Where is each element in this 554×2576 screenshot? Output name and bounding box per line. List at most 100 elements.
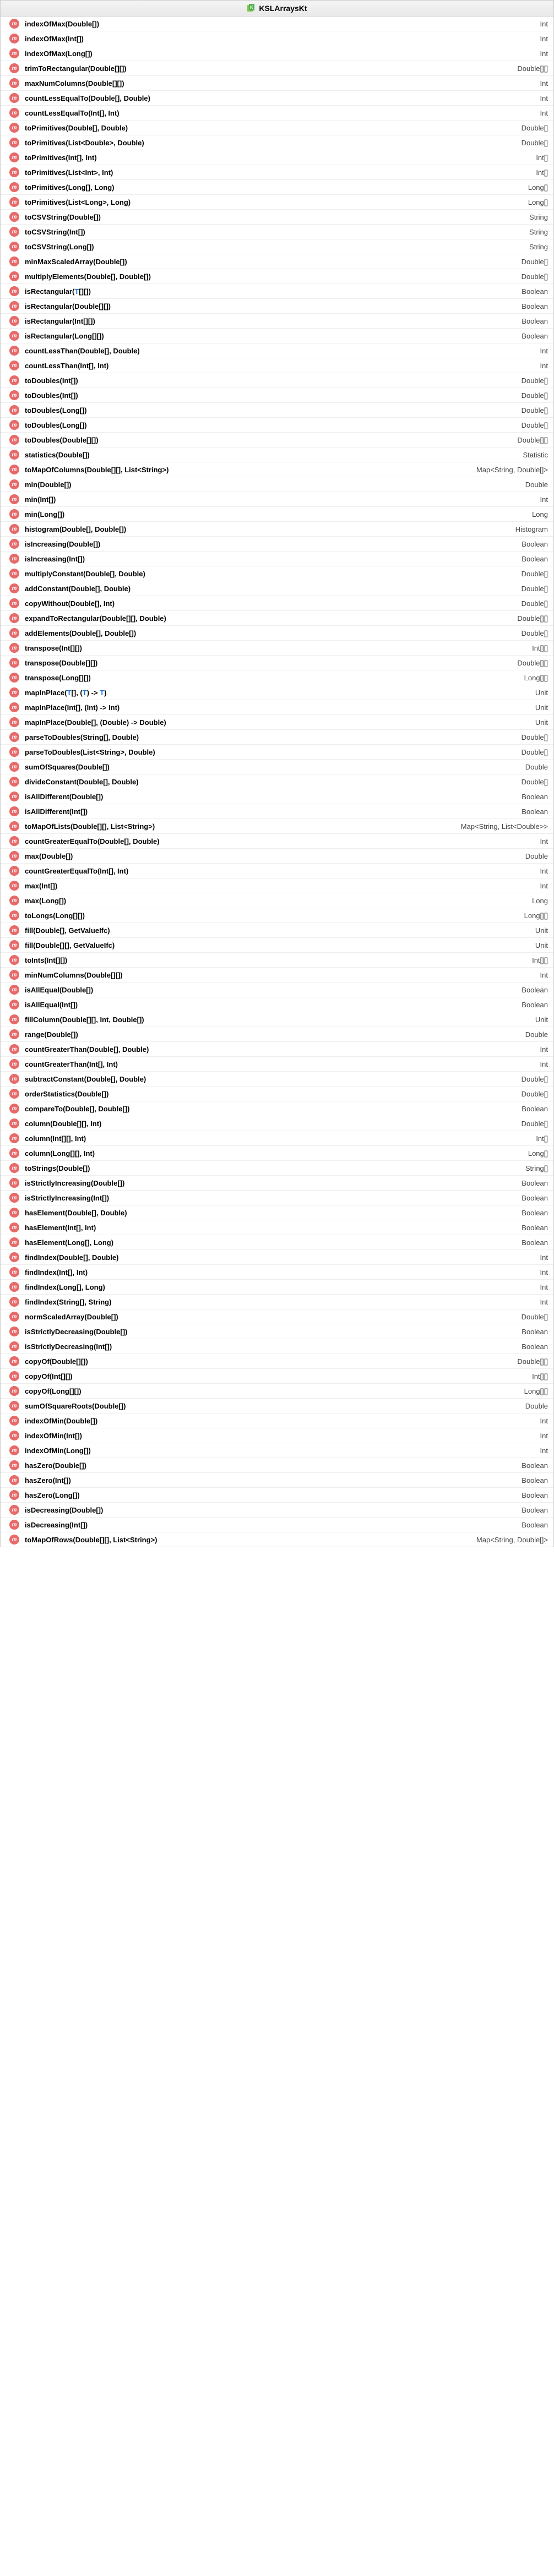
method-row[interactable]: mtoDoubles(Long[])Double[] [1,403,553,418]
method-row[interactable]: mtranspose(Double[][])Double[][] [1,656,553,670]
method-row[interactable]: mfindIndex(Int[], Int)Int [1,1265,553,1280]
method-row[interactable]: mfill(Double[], GetValueIfc)Unit [1,923,553,938]
method-row[interactable]: msumOfSquares(Double[])Double [1,760,553,774]
method-row[interactable]: mtoPrimitives(Long[], Long)Long[] [1,180,553,195]
method-row[interactable]: mcopyWithout(Double[], Int)Double[] [1,596,553,611]
method-row[interactable]: mhasZero(Int[])Boolean [1,1473,553,1488]
method-row[interactable]: mstatistics(Double[])Statistic [1,447,553,462]
method-row[interactable]: mtoPrimitives(List<Double>, Double)Doubl… [1,135,553,150]
method-row[interactable]: mmax(Long[])Long [1,893,553,908]
method-row[interactable]: mtoDoubles(Long[])Double[] [1,418,553,433]
method-row[interactable]: mcolumn(Double[][], Int)Double[] [1,1116,553,1131]
method-row[interactable]: mmin(Long[])Long [1,507,553,522]
method-row[interactable]: mtoPrimitives(List<Long>, Long)Long[] [1,195,553,210]
method-row[interactable]: mcolumn(Int[][], Int)Int[] [1,1131,553,1146]
method-row[interactable]: mtoInts(Int[][])Int[][] [1,953,553,968]
method-row[interactable]: mcountGreaterThan(Double[], Double)Int [1,1042,553,1057]
method-row[interactable]: misStrictlyIncreasing(Int[])Boolean [1,1191,553,1205]
method-row[interactable]: mmapInPlace(Int[], (Int) -> Int)Unit [1,700,553,715]
method-row[interactable]: misStrictlyDecreasing(Double[])Boolean [1,1324,553,1339]
method-row[interactable]: mcountLessEqualTo(Double[], Double)Int [1,91,553,106]
method-row[interactable]: mhasZero(Long[])Boolean [1,1488,553,1503]
method-row[interactable]: mtoCSVString(Double[])String [1,210,553,225]
method-row[interactable]: mmax(Int[])Int [1,878,553,893]
method-row[interactable]: mindexOfMin(Long[])Int [1,1443,553,1458]
method-row[interactable]: mcopyOf(Int[][])Int[][] [1,1369,553,1384]
method-row[interactable]: mcopyOf(Long[][])Long[][] [1,1384,553,1399]
method-row[interactable]: misAllEqual(Int[])Boolean [1,997,553,1012]
method-row[interactable]: mcompareTo(Double[], Double[])Boolean [1,1101,553,1116]
method-row[interactable]: maddConstant(Double[], Double)Double[] [1,581,553,596]
method-row[interactable]: mminNumColumns(Double[][])Int [1,968,553,983]
method-row[interactable]: mindexOfMax(Long[])Int [1,46,553,61]
method-row[interactable]: mfill(Double[][], GetValueIfc)Unit [1,938,553,953]
method-row[interactable]: misRectangular(T[][])Boolean [1,284,553,299]
method-row[interactable]: mrange(Double[])Double [1,1027,553,1042]
method-row[interactable]: mfindIndex(Double[], Double)Int [1,1250,553,1265]
method-row[interactable]: misRectangular(Int[][])Boolean [1,314,553,329]
method-row[interactable]: mmax(Double[])Double [1,849,553,864]
method-row[interactable]: mfindIndex(String[], String)Int [1,1295,553,1309]
method-row[interactable]: mindexOfMax(Int[])Int [1,31,553,46]
method-row[interactable]: mcountLessEqualTo(Int[], Int)Int [1,106,553,121]
method-row[interactable]: mtoPrimitives(List<Int>, Int)Int[] [1,165,553,180]
method-row[interactable]: mnormScaledArray(Double[])Double[] [1,1309,553,1324]
method-row[interactable]: mmultiplyConstant(Double[], Double)Doubl… [1,566,553,581]
method-row[interactable]: morderStatistics(Double[])Double[] [1,1087,553,1101]
method-row[interactable]: misDecreasing(Double[])Boolean [1,1503,553,1518]
method-row[interactable]: mhasElement(Int[], Int)Boolean [1,1220,553,1235]
method-row[interactable]: misIncreasing(Int[])Boolean [1,552,553,566]
method-row[interactable]: mcountGreaterThan(Int[], Int)Int [1,1057,553,1072]
method-row[interactable]: mtoPrimitives(Int[], Int)Int[] [1,150,553,165]
method-row[interactable]: msumOfSquareRoots(Double[])Double [1,1399,553,1413]
method-row[interactable]: mminMaxScaledArray(Double[])Double[] [1,254,553,269]
method-row[interactable]: mhasElement(Long[], Long)Boolean [1,1235,553,1250]
method-row[interactable]: mcountLessThan(Double[], Double)Int [1,343,553,358]
method-row[interactable]: misDecreasing(Int[])Boolean [1,1518,553,1532]
method-row[interactable]: mtoPrimitives(Double[], Double)Double[] [1,121,553,135]
method-row[interactable]: misAllDifferent(Double[])Boolean [1,789,553,804]
method-row[interactable]: mparseToDoubles(String[], Double)Double[… [1,730,553,745]
method-row[interactable]: mtoCSVString(Long[])String [1,239,553,254]
method-row[interactable]: misRectangular(Double[][])Boolean [1,299,553,314]
method-row[interactable]: mparseToDoubles(List<String>, Double)Dou… [1,745,553,760]
method-row[interactable]: mhasZero(Double[])Boolean [1,1458,553,1473]
method-row[interactable]: mtrimToRectangular(Double[][])Double[][] [1,61,553,76]
method-row[interactable]: mtoStrings(Double[])String[] [1,1161,553,1176]
method-row[interactable]: mfindIndex(Long[], Long)Int [1,1280,553,1295]
method-row[interactable]: mindexOfMin(Double[])Int [1,1413,553,1428]
method-row[interactable]: mtoDoubles(Double[][])Double[][] [1,433,553,447]
method-row[interactable]: mcountGreaterEqualTo(Double[], Double)In… [1,834,553,849]
method-row[interactable]: mtoMapOfRows(Double[][], List<String>)Ma… [1,1532,553,1547]
method-row[interactable]: mtoDoubles(Int[])Double[] [1,388,553,403]
method-row[interactable]: mmapInPlace(Double[], (Double) -> Double… [1,715,553,730]
method-row[interactable]: mtranspose(Int[][])Int[][] [1,641,553,656]
method-row[interactable]: mcountLessThan(Int[], Int)Int [1,358,553,373]
method-row[interactable]: mtranspose(Long[][])Long[][] [1,670,553,685]
method-row[interactable]: mmin(Int[])Int [1,492,553,507]
method-row[interactable]: misStrictlyIncreasing(Double[])Boolean [1,1176,553,1191]
method-row[interactable]: mindexOfMin(Int[])Int [1,1428,553,1443]
method-row[interactable]: mmin(Double[])Double [1,477,553,492]
method-row[interactable]: misAllEqual(Double[])Boolean [1,983,553,997]
method-row[interactable]: mhistogram(Double[], Double[])Histogram [1,522,553,537]
method-row[interactable]: mmultiplyElements(Double[], Double[])Dou… [1,269,553,284]
method-row[interactable]: msubtractConstant(Double[], Double)Doubl… [1,1072,553,1087]
method-row[interactable]: mtoLongs(Long[][])Long[][] [1,908,553,923]
method-row[interactable]: mdivideConstant(Double[], Double)Double[… [1,774,553,789]
method-row[interactable]: mmapInPlace(T[], (T) -> T)Unit [1,685,553,700]
method-row[interactable]: maddElements(Double[], Double[])Double[] [1,626,553,641]
method-row[interactable]: mtoMapOfColumns(Double[][], List<String>… [1,462,553,477]
method-row[interactable]: mcopyOf(Double[][])Double[][] [1,1354,553,1369]
method-row[interactable]: mcolumn(Long[][], Int)Long[] [1,1146,553,1161]
method-row[interactable]: mfillColumn(Double[][], Int, Double[])Un… [1,1012,553,1027]
method-row[interactable]: misAllDifferent(Int[])Boolean [1,804,553,819]
method-row[interactable]: mtoMapOfLists(Double[][], List<String>)M… [1,819,553,834]
method-row[interactable]: misIncreasing(Double[])Boolean [1,537,553,552]
method-row[interactable]: mhasElement(Double[], Double)Boolean [1,1205,553,1220]
method-row[interactable]: mexpandToRectangular(Double[][], Double)… [1,611,553,626]
method-row[interactable]: mtoDoubles(Int[])Double[] [1,373,553,388]
method-row[interactable]: mcountGreaterEqualTo(Int[], Int)Int [1,864,553,878]
method-row[interactable]: misStrictlyDecreasing(Int[])Boolean [1,1339,553,1354]
method-row[interactable]: mtoCSVString(Int[])String [1,225,553,239]
